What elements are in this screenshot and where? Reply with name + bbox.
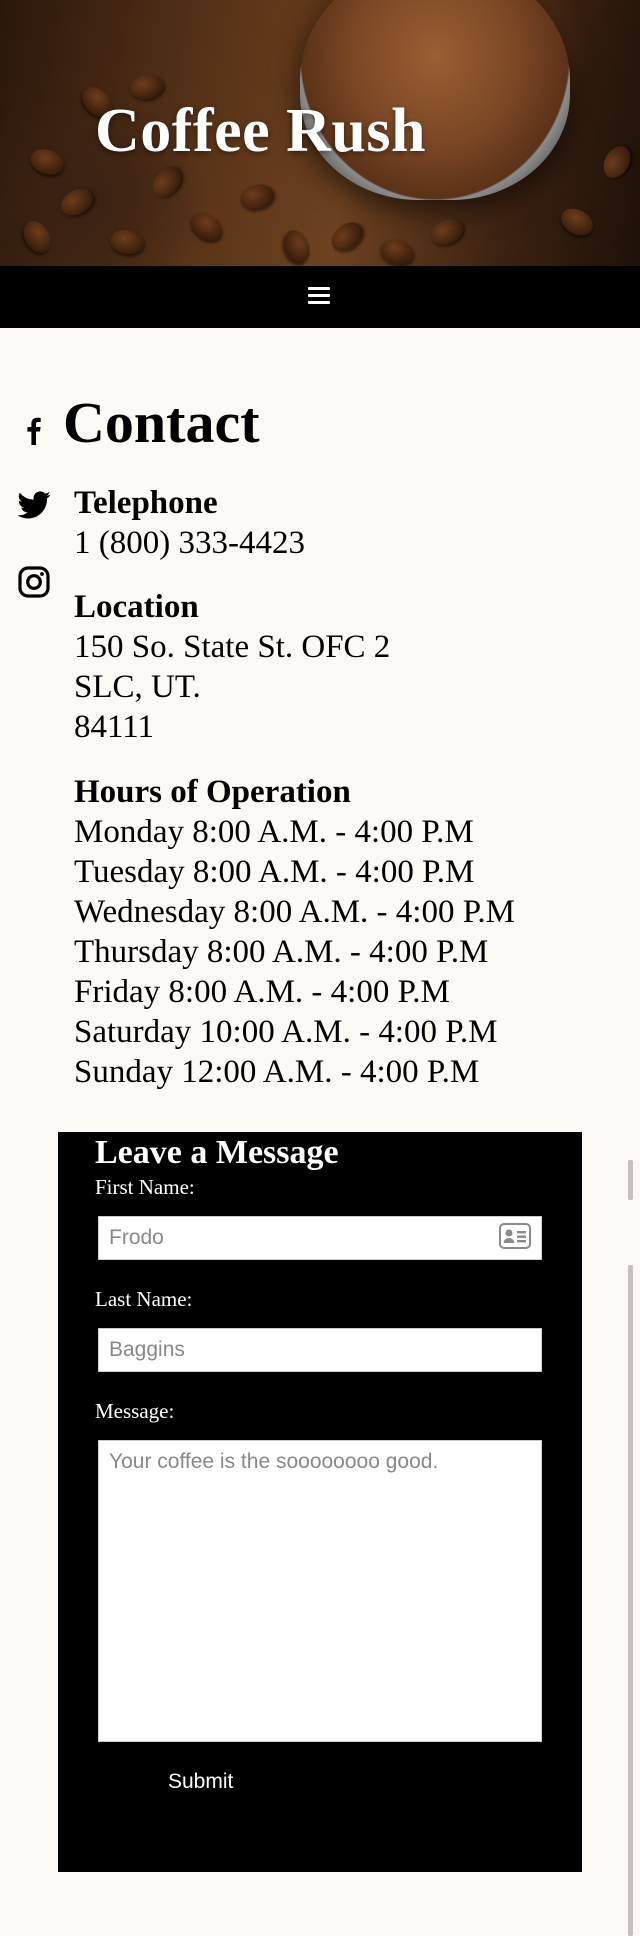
address-line: 84111 — [74, 709, 155, 745]
coffee-bean-image — [56, 183, 98, 221]
location-block: Location 150 So. State St. OFC 2 SLC, UT… — [74, 587, 390, 747]
coffee-bean-image — [326, 216, 368, 258]
facebook-icon[interactable] — [16, 412, 52, 448]
twitter-icon[interactable] — [16, 487, 52, 523]
form-title: Leave a Message — [95, 1134, 339, 1171]
telephone-number[interactable]: 1 (800) 333-4423 — [74, 523, 305, 563]
instagram-icon[interactable] — [16, 564, 52, 600]
hours-line: Thursday 8:00 A.M. - 4:00 P.M — [74, 934, 489, 970]
hours-line: Sunday 12:00 A.M. - 4:00 P.M — [74, 1054, 480, 1090]
coffee-bean-image — [598, 141, 636, 183]
hours-line: Monday 8:00 A.M. - 4:00 P.M — [74, 814, 474, 850]
hours-block: Hours of Operation Monday 8:00 A.M. - 4:… — [74, 772, 515, 1092]
coffee-bean-image — [556, 203, 598, 241]
site-title: Coffee Rush — [95, 97, 426, 165]
telephone-label: Telephone — [74, 485, 218, 521]
address-line: SLC, UT. — [74, 669, 201, 705]
telephone-block: Telephone 1 (800) 333-4423 — [74, 483, 305, 563]
coffee-bean-image — [108, 227, 146, 257]
first-name-label: First Name: — [95, 1175, 195, 1199]
message-form: Leave a Message First Name: Last Name: M… — [58, 1132, 582, 1872]
hamburger-menu-icon[interactable] — [308, 287, 330, 307]
contact-heading: Contact — [63, 390, 260, 455]
coffee-bean-image — [26, 144, 68, 180]
coffee-bean-image — [377, 236, 417, 266]
location-label: Location — [74, 589, 199, 625]
message-label: Message: — [95, 1399, 175, 1423]
message-textarea[interactable] — [98, 1440, 542, 1742]
contact-card-icon[interactable] — [499, 1223, 531, 1249]
hours-line: Saturday 10:00 A.M. - 4:00 P.M — [74, 1014, 498, 1050]
coffee-bean-image — [237, 181, 277, 213]
hours-label: Hours of Operation — [74, 774, 351, 810]
hours-line: Tuesday 8:00 A.M. - 4:00 P.M — [74, 854, 475, 890]
coffee-bean-image — [426, 213, 468, 251]
hero-banner: Coffee Rush — [0, 0, 640, 266]
coffee-bean-image — [279, 226, 315, 266]
nav-bar — [0, 266, 640, 328]
coffee-bean-image — [146, 161, 188, 203]
hours-line: Wednesday 8:00 A.M. - 4:00 P.M — [74, 894, 516, 930]
coffee-bean-image — [186, 207, 228, 247]
scrollbar-thumb[interactable] — [628, 1265, 633, 1936]
last-name-label: Last Name: — [95, 1287, 193, 1311]
scrollbar-thumb[interactable] — [628, 1160, 633, 1200]
submit-button[interactable]: Submit — [168, 1770, 233, 1794]
last-name-input[interactable] — [98, 1328, 542, 1372]
coffee-bean-image — [18, 216, 56, 258]
address-line: 150 So. State St. OFC 2 — [74, 629, 391, 665]
hours-line: Friday 8:00 A.M. - 4:00 P.M — [74, 974, 450, 1010]
first-name-input[interactable] — [98, 1216, 542, 1260]
